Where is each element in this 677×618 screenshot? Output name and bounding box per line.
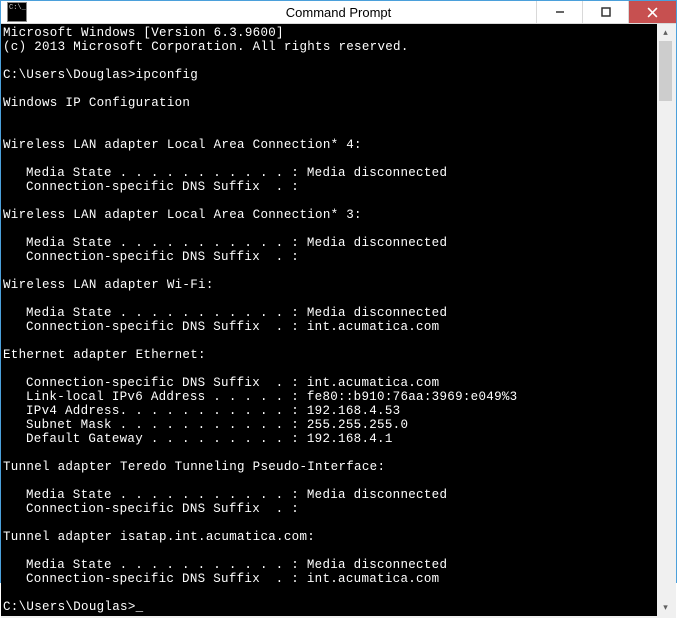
terminal-line: Ethernet adapter Ethernet:: [3, 348, 657, 362]
terminal-line: [3, 110, 657, 124]
terminal-line: Wireless LAN adapter Wi-Fi:: [3, 278, 657, 292]
adapter-detail-line: Connection-specific DNS Suffix . : int.a…: [3, 320, 657, 334]
terminal-line: [3, 362, 657, 376]
terminal-line: [3, 194, 657, 208]
close-icon: [647, 7, 658, 18]
terminal-line: (c) 2013 Microsoft Corporation. All righ…: [3, 40, 657, 54]
terminal-line: Microsoft Windows [Version 6.3.9600]: [3, 26, 657, 40]
terminal-line: Wireless LAN adapter Local Area Connecti…: [3, 138, 657, 152]
adapter-detail-line: Connection-specific DNS Suffix . :: [3, 250, 657, 264]
adapter-detail-line: Connection-specific DNS Suffix . : int.a…: [3, 376, 657, 390]
client-area: Microsoft Windows [Version 6.3.9600](c) …: [1, 24, 676, 618]
terminal-line: Wireless LAN adapter Local Area Connecti…: [3, 208, 657, 222]
titlebar[interactable]: Command Prompt: [1, 1, 676, 24]
terminal-line: [3, 124, 657, 138]
terminal-line: [3, 516, 657, 530]
adapter-detail-line: Media State . . . . . . . . . . . : Medi…: [3, 166, 657, 180]
terminal-line: [3, 222, 657, 236]
command-prompt-window: Command Prompt Microsoft Windows [Versio…: [0, 0, 677, 583]
prompt-line: C:\Users\Douglas>ipconfig: [3, 68, 657, 82]
terminal-line: [3, 54, 657, 68]
scroll-thumb[interactable]: [659, 41, 672, 101]
minimize-icon: [555, 7, 565, 17]
adapter-detail-line: Subnet Mask . . . . . . . . . . . : 255.…: [3, 418, 657, 432]
scroll-down-arrow-icon[interactable]: ▾: [657, 599, 674, 616]
adapter-detail-line: Default Gateway . . . . . . . . . : 192.…: [3, 432, 657, 446]
adapter-detail-line: Media State . . . . . . . . . . . : Medi…: [3, 488, 657, 502]
vertical-scrollbar[interactable]: ▴ ▾: [657, 24, 674, 616]
maximize-button[interactable]: [582, 1, 628, 23]
adapter-detail-line: Connection-specific DNS Suffix . :: [3, 502, 657, 516]
terminal-line: [3, 544, 657, 558]
terminal-line: Tunnel adapter Teredo Tunneling Pseudo-I…: [3, 460, 657, 474]
adapter-detail-line: Media State . . . . . . . . . . . : Medi…: [3, 236, 657, 250]
adapter-detail-line: IPv4 Address. . . . . . . . . . . : 192.…: [3, 404, 657, 418]
terminal-line: [3, 292, 657, 306]
terminal-line: [3, 446, 657, 460]
minimize-button[interactable]: [536, 1, 582, 23]
terminal-line: [3, 82, 657, 96]
window-title: Command Prompt: [286, 5, 391, 20]
adapter-detail-line: Media State . . . . . . . . . . . : Medi…: [3, 558, 657, 572]
terminal-line: [3, 264, 657, 278]
adapter-detail-line: Media State . . . . . . . . . . . : Medi…: [3, 306, 657, 320]
terminal-line: [3, 586, 657, 600]
close-button[interactable]: [628, 1, 676, 23]
scroll-up-arrow-icon[interactable]: ▴: [657, 24, 674, 41]
terminal-line: [3, 474, 657, 488]
adapter-detail-line: Link-local IPv6 Address . . . . . : fe80…: [3, 390, 657, 404]
terminal-line: Tunnel adapter isatap.int.acumatica.com:: [3, 530, 657, 544]
prompt-line[interactable]: C:\Users\Douglas>: [3, 600, 657, 614]
maximize-icon: [601, 7, 611, 17]
terminal-output[interactable]: Microsoft Windows [Version 6.3.9600](c) …: [1, 24, 657, 616]
terminal-line: [3, 152, 657, 166]
adapter-detail-line: Connection-specific DNS Suffix . :: [3, 180, 657, 194]
window-controls: [536, 1, 676, 23]
terminal-line: Windows IP Configuration: [3, 96, 657, 110]
adapter-detail-line: Connection-specific DNS Suffix . : int.a…: [3, 572, 657, 586]
terminal-line: [3, 334, 657, 348]
cmd-icon: [7, 2, 27, 22]
